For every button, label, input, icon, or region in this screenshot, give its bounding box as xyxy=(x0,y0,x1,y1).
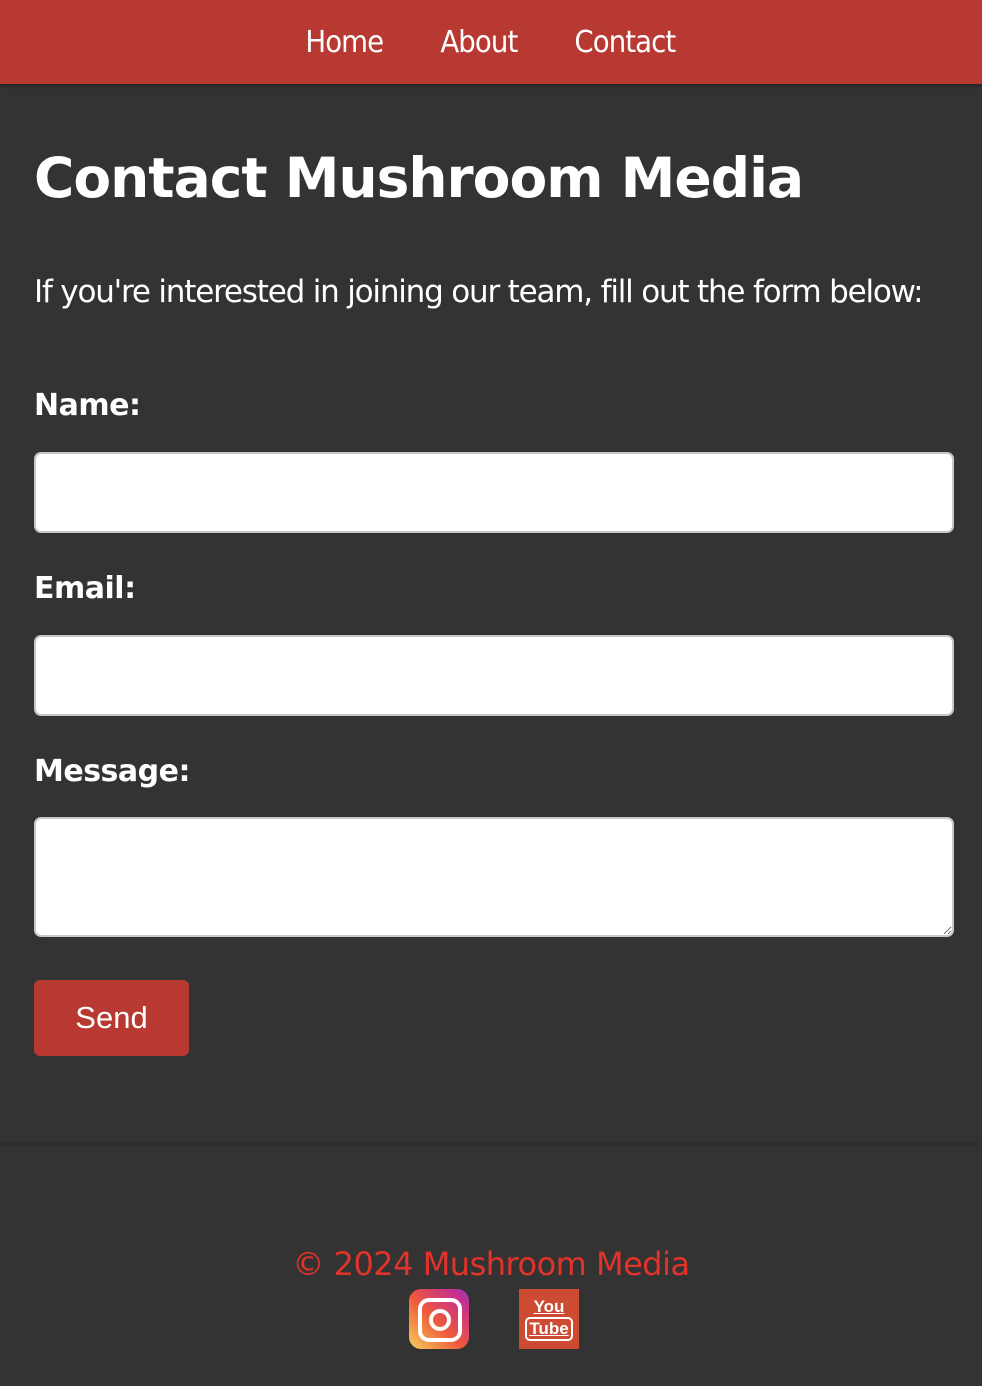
email-label: Email: xyxy=(34,571,136,606)
youtube-icon[interactable]: You Tube xyxy=(519,1289,579,1349)
nav-home[interactable]: Home xyxy=(305,25,384,60)
youtube-you: You xyxy=(533,1297,565,1316)
instagram-icon[interactable] xyxy=(409,1289,469,1349)
nav-contact[interactable]: Contact xyxy=(575,25,677,60)
youtube-tube: Tube xyxy=(525,1317,573,1341)
copyright: © 2024 Mushroom Media xyxy=(292,1245,690,1283)
intro-text: If you're interested in joining our team… xyxy=(34,274,924,310)
footer: © 2024 Mushroom Media You Tube xyxy=(0,1143,982,1386)
send-button[interactable]: Send xyxy=(34,980,189,1056)
message-textarea[interactable] xyxy=(34,817,954,937)
email-input[interactable] xyxy=(34,635,954,716)
message-label: Message: xyxy=(34,754,190,789)
nav-about[interactable]: About xyxy=(440,25,518,60)
name-label: Name: xyxy=(34,388,141,423)
page-title: Contact Mushroom Media xyxy=(34,146,804,210)
top-nav: Home About Contact xyxy=(0,0,982,84)
name-input[interactable] xyxy=(34,452,954,533)
